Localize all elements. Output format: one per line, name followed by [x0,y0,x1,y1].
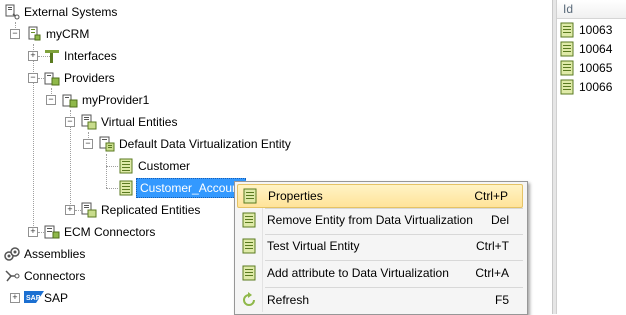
tree-label: SAP [44,291,69,305]
provider-icon [62,92,78,108]
tree-label: Replicated Entities [101,203,201,217]
assemblies-icon [4,246,20,262]
svg-text:SAP: SAP [26,295,41,302]
menu-item-shortcut: Del [490,213,509,227]
sap-logo-icon: SAP [24,291,44,303]
collapse-toggle[interactable]: − [46,95,56,105]
menu-item-shortcut: Ctrl+A [475,266,509,280]
menu-item-label: Add attribute to Data Virtualization [267,266,449,280]
system-icon [26,26,42,42]
tree-label: myProvider1 [82,93,150,107]
tree-label: Interfaces [64,49,117,63]
collapse-toggle[interactable]: − [83,139,93,149]
tree-label: Connectors [24,269,86,283]
menu-item-shortcut: F5 [494,293,509,307]
entity-group-icon [99,136,115,152]
tree-label: ECM Connectors [64,225,156,239]
ecm-connector-icon [44,224,60,240]
entities-folder-icon [81,202,97,218]
grid-icon [241,238,257,254]
expand-toggle[interactable]: + [65,205,75,215]
menu-item-label: Remove Entity from Data Virtualization [267,213,473,227]
tree-label: Customer [138,159,191,173]
grid-icon [241,265,257,281]
expand-toggle[interactable]: + [28,227,38,237]
menu-item-shortcut: Ctrl+T [476,239,509,253]
expand-toggle[interactable]: + [28,51,38,61]
menu-item-refresh[interactable]: Refresh F5 [237,289,523,311]
connectors-icon [4,268,20,284]
tree-label: Customer_Account [136,178,247,198]
entities-folder-icon [81,114,97,130]
tree-label: Virtual Entities [101,115,178,129]
tree-label: myCRM [46,27,90,41]
entity-icon [118,158,134,174]
tree-line [106,154,107,188]
tree-line [106,166,118,167]
refresh-icon [241,292,257,308]
menu-item-test-virtual-entity[interactable]: Test Virtual Entity Ctrl+T [237,235,523,257]
interface-icon [44,48,60,64]
id-column-header[interactable]: Id [557,0,626,19]
grid-icon [559,79,575,95]
grid-icon [241,212,257,228]
menu-item-properties[interactable]: Properties Ctrl+P [237,184,523,208]
tree-label: Default Data Virtualization Entity [119,137,291,151]
context-menu: Properties Ctrl+P Remove Entity from Dat… [234,181,528,315]
id-list-pane[interactable]: Id 10063 10064 10065 10066 [556,0,626,314]
grid-icon [559,41,575,57]
expand-toggle[interactable]: + [10,293,20,303]
menu-separator [265,287,523,288]
menu-item-label: Test Virtual Entity [267,239,360,253]
grid-icon [242,188,258,204]
tree-label: Providers [64,71,115,85]
collapse-toggle[interactable]: − [10,29,20,39]
tree-label: Assemblies [24,247,86,261]
grid-icon [559,60,575,76]
providers-icon [44,70,60,86]
collapse-toggle[interactable]: − [65,117,75,127]
collapse-toggle[interactable]: − [28,73,38,83]
external-systems-icon [4,4,20,20]
id-value: 10066 [579,80,613,94]
entity-icon [118,180,134,196]
id-value: 10065 [579,61,613,75]
menu-item-add-attribute[interactable]: Add attribute to Data Virtualization Ctr… [237,262,523,284]
menu-item-label: Refresh [267,293,310,307]
menu-separator [265,260,523,261]
grid-icon [559,22,575,38]
menu-item-remove-entity[interactable]: Remove Entity from Data Virtualization D… [237,209,523,231]
id-value: 10063 [579,23,613,37]
id-value: 10064 [579,42,613,56]
menu-item-label: Properties [268,189,323,203]
tree-line [106,188,118,189]
tree-label: External Systems [24,5,118,19]
menu-item-shortcut: Ctrl+P [474,189,508,203]
